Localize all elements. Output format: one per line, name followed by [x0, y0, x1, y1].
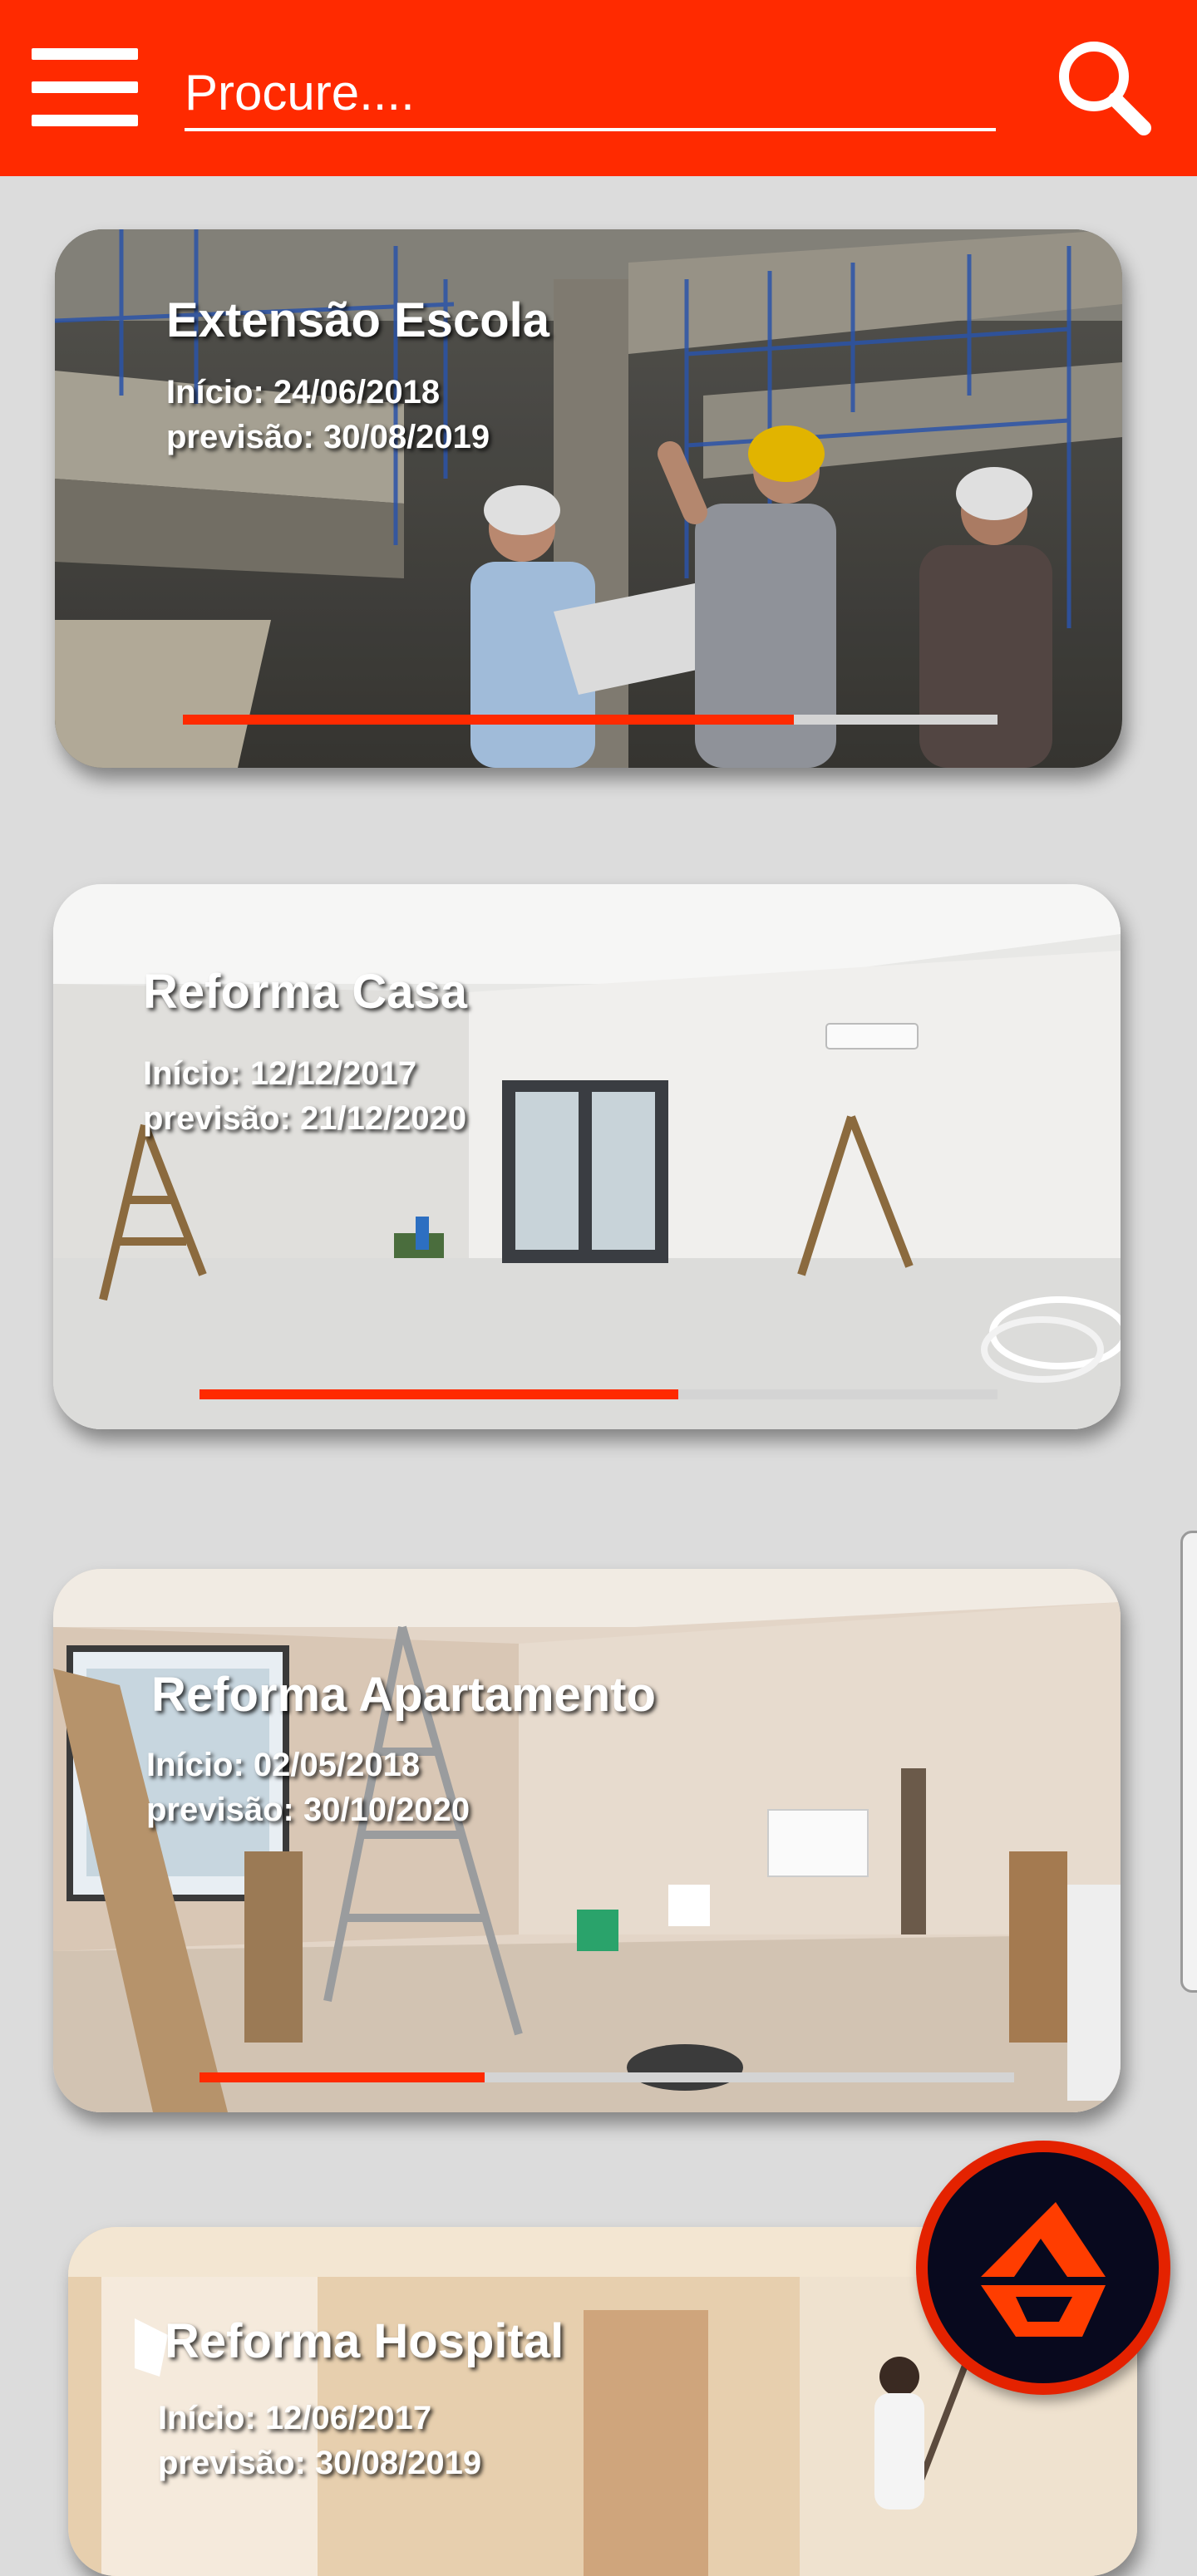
project-title: Extensão Escola	[166, 293, 549, 347]
project-start-date: Início: 02/05/2018	[146, 1747, 421, 1783]
project-start-date: Início: 24/06/2018	[166, 374, 441, 410]
progress-bar-fill	[183, 715, 794, 725]
project-forecast-date: previsão: 30/10/2020	[146, 1792, 470, 1828]
app-logo-icon	[981, 2202, 1106, 2337]
project-title: Reforma Casa	[143, 965, 468, 1019]
progress-bar-fill	[200, 2072, 485, 2082]
progress-bar	[200, 2072, 1014, 2082]
search-input[interactable]	[185, 57, 996, 131]
project-forecast-date: previsão: 30/08/2019	[166, 419, 490, 455]
project-forecast-date: previsão: 21/12/2020	[143, 1100, 467, 1137]
project-title: Reforma Apartamento	[151, 1668, 656, 1722]
project-card-extensao-escola[interactable]: Extensão Escola Início: 24/06/2018 previ…	[55, 229, 1122, 768]
app-logo-fab-button[interactable]	[916, 2141, 1170, 2395]
apartment-renovation-photo	[53, 1569, 1121, 2112]
project-start-date: Início: 12/06/2017	[158, 2400, 432, 2436]
hamburger-menu-icon[interactable]	[32, 48, 138, 126]
project-title: Reforma Hospital	[165, 2314, 564, 2368]
project-start-date: Início: 12/12/2017	[143, 1055, 417, 1092]
project-card-reforma-apartamento[interactable]: Reforma Apartamento Início: 02/05/2018 p…	[53, 1569, 1121, 2112]
progress-bar	[183, 715, 998, 725]
search-icon[interactable]	[1049, 33, 1157, 141]
progress-bar	[200, 1389, 998, 1399]
app-bar	[0, 0, 1197, 176]
project-forecast-date: previsão: 30/08/2019	[158, 2445, 482, 2481]
progress-bar-fill	[200, 1389, 678, 1399]
scroll-handle[interactable]	[1180, 1531, 1197, 1993]
project-card-reforma-casa[interactable]: Reforma Casa Início: 12/12/2017 previsão…	[53, 884, 1121, 1429]
